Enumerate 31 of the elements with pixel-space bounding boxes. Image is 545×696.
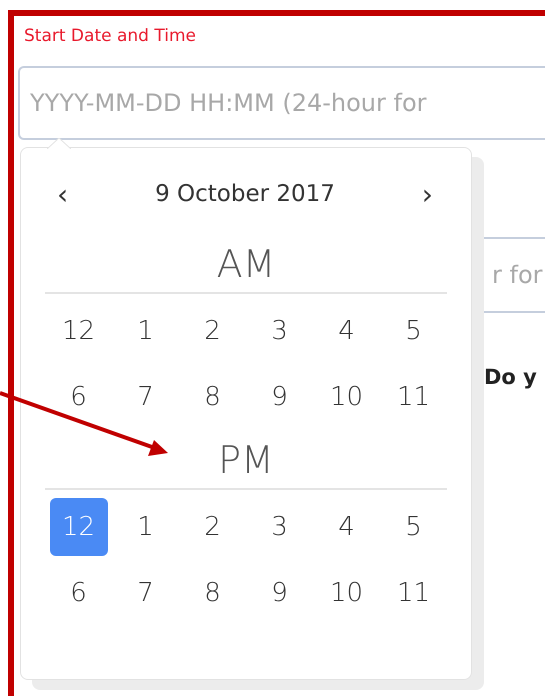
input-field[interactable]: r for — [484, 237, 545, 313]
previous-button[interactable]: ‹ — [51, 178, 74, 210]
hour-option[interactable]: 8 — [184, 368, 242, 426]
hour-option[interactable]: 4 — [318, 302, 376, 360]
hour-option[interactable]: 6 — [50, 368, 108, 426]
hour-option[interactable]: 9 — [250, 368, 308, 426]
hour-option[interactable]: 3 — [250, 498, 308, 556]
hour-option[interactable]: 1 — [116, 302, 174, 360]
period-heading: AM — [45, 218, 447, 294]
hour-option[interactable]: 10 — [318, 368, 376, 426]
hour-option[interactable]: 8 — [184, 564, 242, 622]
question-text: Do y — [484, 365, 538, 389]
hour-option[interactable]: 1 — [116, 498, 174, 556]
hour-option[interactable]: 2 — [184, 302, 242, 360]
hour-option[interactable]: 4 — [318, 498, 376, 556]
hour-option[interactable]: 11 — [384, 564, 442, 622]
hour-option[interactable]: 7 — [116, 564, 174, 622]
hour-option[interactable]: 9 — [250, 564, 308, 622]
hour-option[interactable]: 7 — [116, 368, 174, 426]
hour-option[interactable]: 2 — [184, 498, 242, 556]
next-button[interactable]: › — [416, 178, 439, 210]
field-label: Start Date and Time — [24, 25, 197, 48]
hour-option[interactable]: 3 — [250, 302, 308, 360]
hour-option[interactable]: 5 — [384, 302, 442, 360]
hour-option[interactable]: 11 — [384, 368, 442, 426]
picker-title: 9 October 2017 — [155, 181, 335, 207]
hour-option[interactable]: 10 — [318, 564, 376, 622]
hour-option[interactable]: 12 — [50, 302, 108, 360]
date-time-field[interactable]: YYYY-MM-DD HH:MM (24-hour for — [18, 66, 545, 140]
hour-option[interactable]: 5 — [384, 498, 442, 556]
hour-option[interactable]: 6 — [50, 564, 108, 622]
